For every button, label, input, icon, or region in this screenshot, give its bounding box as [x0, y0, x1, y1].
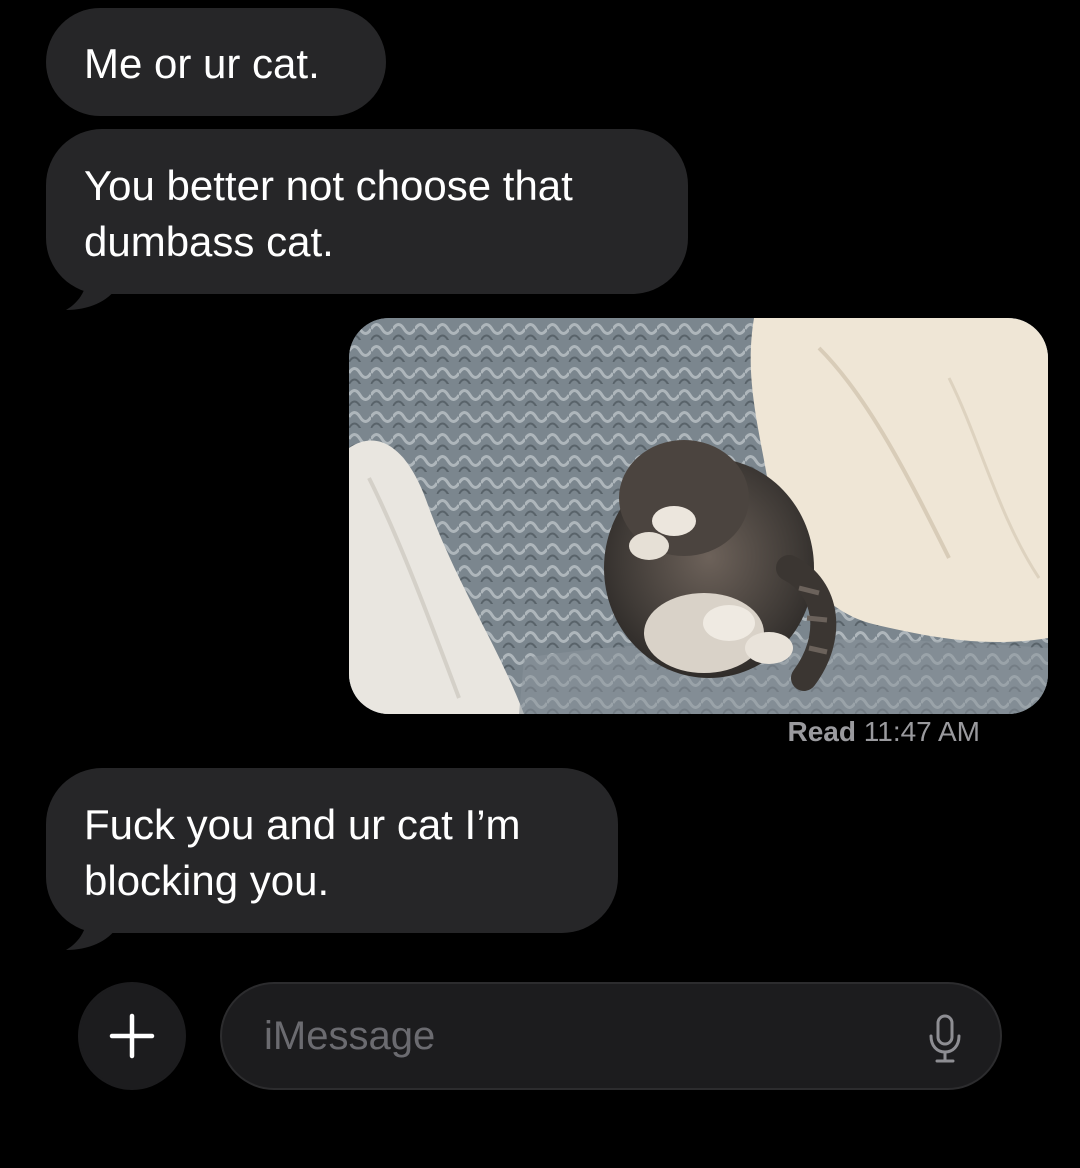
- message-text: Fuck you and ur cat I’m blocking you.: [84, 801, 521, 904]
- read-receipt: Read 11:47 AM: [788, 714, 980, 750]
- imessage-input-container[interactable]: [220, 982, 1002, 1090]
- incoming-message-bubble[interactable]: Me or ur cat.: [46, 8, 386, 116]
- message-text: You better not choose that dumbass cat.: [84, 162, 573, 265]
- add-attachment-button[interactable]: [78, 982, 186, 1090]
- message-thread: Me or ur cat. You better not choose that…: [0, 0, 1080, 970]
- read-label: Read: [787, 716, 856, 747]
- imessage-input[interactable]: [264, 1006, 864, 1066]
- incoming-message-bubble[interactable]: Fuck you and ur cat I’m blocking you.: [46, 768, 618, 933]
- bubble-tail: [66, 910, 118, 950]
- plus-icon: [109, 1013, 155, 1059]
- microphone-icon[interactable]: [928, 1014, 962, 1064]
- read-time: 11:47 AM: [863, 716, 980, 747]
- message-text: Me or ur cat.: [84, 40, 320, 87]
- incoming-message-bubble[interactable]: You better not choose that dumbass cat.: [46, 129, 688, 294]
- kitten-photo: [349, 318, 1048, 714]
- message-composer: [0, 970, 1080, 1168]
- image-attachment[interactable]: [349, 318, 1048, 714]
- bubble-tail: [66, 270, 118, 310]
